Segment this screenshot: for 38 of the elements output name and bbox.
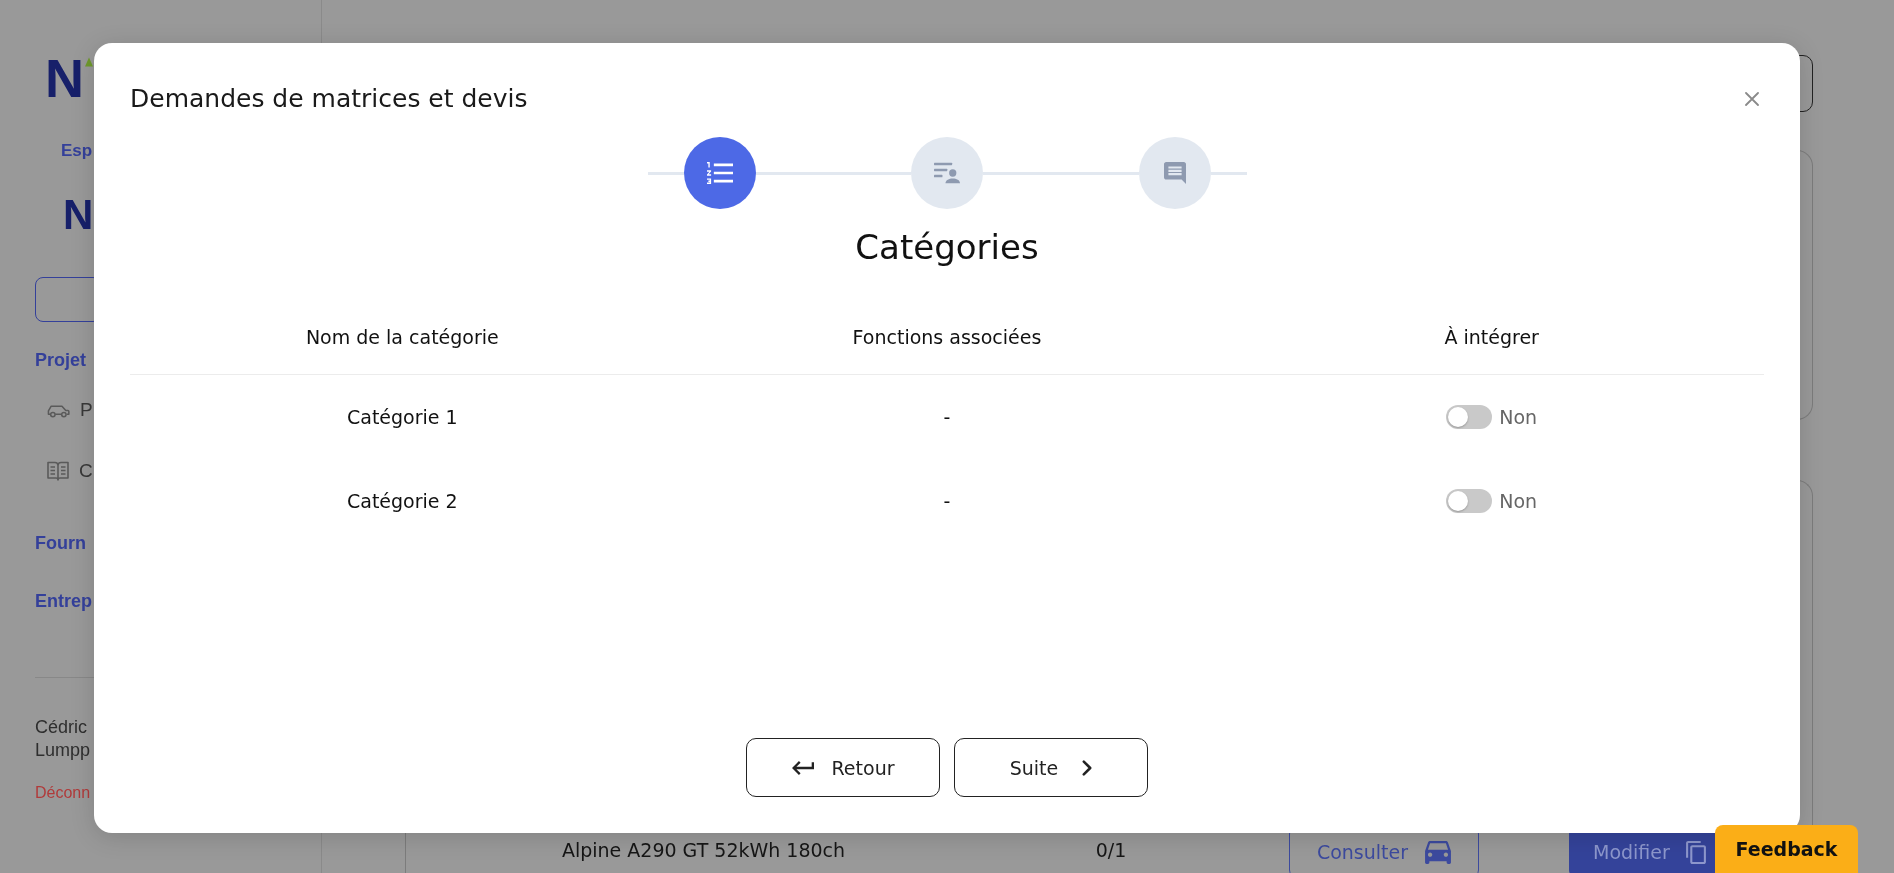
nav-item[interactable]: C [47,459,93,483]
return-arrow-icon [791,760,814,775]
space-label: Esp [61,141,93,161]
table-cell: Alpine A290 GT 52kWh 180ch [561,839,846,861]
modal-title: Demandes de matrices et devis [130,83,528,115]
table-cell: 0/1 [1095,839,1127,861]
nav-item[interactable]: P [47,398,93,422]
step-title: Catégories [855,227,1039,267]
table-cell: - [943,405,951,429]
book-icon [47,461,69,481]
nav-section-link[interactable]: Fourn [35,531,86,555]
nav-section-link[interactable]: Projet [35,348,86,372]
car-icon [1425,840,1452,864]
chevron-right-icon [1082,759,1093,776]
next-button[interactable]: Suite [954,738,1148,797]
toggle-switch[interactable] [1446,405,1493,429]
table-cell: - [943,489,951,513]
numbered-list-icon [706,162,733,184]
toggle-label: Non [1499,405,1538,429]
nav-section-link[interactable]: Entrep [35,589,92,613]
column-header: Nom de la catégorie [305,325,499,349]
brand-text: N [63,194,94,236]
person-list-icon [934,162,960,184]
logo-text: N [45,53,84,103]
copy-icon [1685,840,1706,864]
table-cell: Catégorie 1 [347,405,458,429]
back-button[interactable]: Retour [746,738,940,797]
user-name: Cédric Lumpp [35,716,92,762]
column-header: À intégrer [1444,325,1539,349]
toggle-label: Non [1499,489,1538,513]
feedback-button[interactable]: Feedback [1715,825,1858,873]
logout-link[interactable]: Déconn [35,782,91,804]
toggle-switch[interactable] [1446,489,1493,513]
comment-icon [1161,162,1188,184]
table-cell: Catégorie 2 [347,489,458,513]
column-header: Fonctions associées [852,325,1042,349]
car-icon [47,402,70,418]
close-icon[interactable] [1745,92,1759,106]
